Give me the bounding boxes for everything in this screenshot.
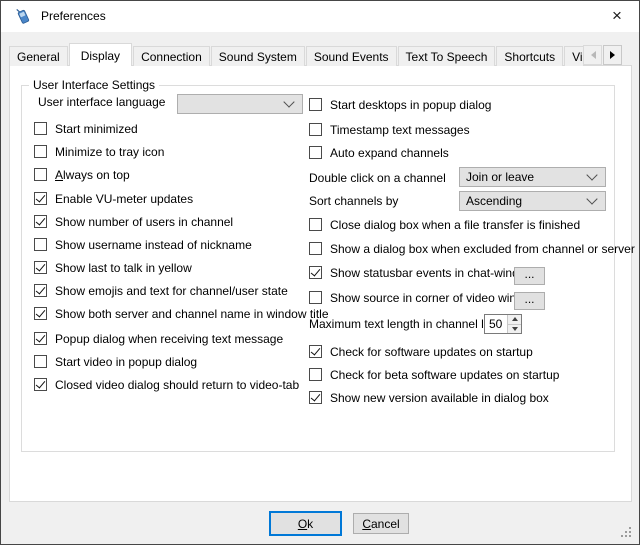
tab-video[interactable]: Video bbox=[564, 46, 583, 66]
checkbox-dialog-when-excluded[interactable]: Show a dialog box when excluded from cha… bbox=[309, 240, 635, 257]
tab-bar: General Display Connection Sound System … bbox=[9, 42, 583, 66]
resize-grip[interactable] bbox=[621, 527, 633, 539]
spin-down-button[interactable] bbox=[508, 325, 521, 334]
tab-shortcuts[interactable]: Shortcuts bbox=[496, 46, 563, 66]
checkbox-box[interactable] bbox=[309, 123, 322, 136]
checkbox-box[interactable] bbox=[309, 146, 322, 159]
checkbox-timestamp-messages[interactable]: Timestamp text messages bbox=[309, 121, 470, 138]
triangle-up-icon bbox=[512, 314, 518, 321]
checkbox-box[interactable] bbox=[34, 332, 47, 345]
arrow-left-icon bbox=[587, 51, 596, 59]
checkbox-start-video-popup[interactable]: Start video in popup dialog bbox=[34, 353, 197, 370]
spin-up-button[interactable] bbox=[508, 315, 521, 325]
sort-channels-value: Ascending bbox=[460, 194, 588, 208]
language-label: User interface language bbox=[38, 93, 165, 110]
checkbox-box[interactable] bbox=[34, 355, 47, 368]
tab-sound-system[interactable]: Sound System bbox=[211, 46, 305, 66]
preferences-dialog: Preferences × General Display Connection… bbox=[0, 0, 640, 545]
checkbox-show-username[interactable]: Show username instead of nickname bbox=[34, 236, 252, 253]
group-title: User Interface Settings bbox=[29, 78, 159, 92]
triangle-down-icon bbox=[512, 327, 518, 334]
ok-button[interactable]: Ok bbox=[269, 511, 342, 536]
double-click-value: Join or leave bbox=[460, 170, 588, 184]
titlebar[interactable]: Preferences × bbox=[1, 1, 639, 32]
close-button[interactable]: × bbox=[605, 4, 629, 28]
tab-scroll-right-button[interactable] bbox=[603, 45, 622, 65]
checkbox-closed-video-return[interactable]: Closed video dialog should return to vid… bbox=[34, 376, 299, 393]
checkbox-box[interactable] bbox=[309, 218, 322, 231]
checkbox-statusbar-events[interactable]: Show statusbar events in chat-window bbox=[309, 264, 534, 281]
checkbox-box[interactable] bbox=[34, 307, 47, 320]
tab-general[interactable]: General bbox=[9, 46, 68, 66]
max-text-length-label: Maximum text length in channel list bbox=[309, 315, 496, 332]
checkbox-box[interactable] bbox=[309, 242, 322, 255]
checkbox-show-new-version[interactable]: Show new version available in dialog box bbox=[309, 389, 549, 406]
video-source-more-button[interactable]: ... bbox=[514, 292, 545, 310]
cancel-button[interactable]: Cancel bbox=[353, 513, 409, 534]
checkbox-box[interactable] bbox=[34, 192, 47, 205]
checkbox-show-source-video[interactable]: Show source in corner of video window bbox=[309, 289, 538, 306]
double-click-label: Double click on a channel bbox=[309, 169, 446, 186]
checkbox-box[interactable] bbox=[34, 215, 47, 228]
checkbox-show-number-of-users[interactable]: Show number of users in channel bbox=[34, 213, 233, 230]
language-select[interactable] bbox=[177, 94, 303, 114]
sort-channels-select[interactable]: Ascending bbox=[459, 191, 606, 211]
checkbox-box[interactable] bbox=[34, 168, 47, 181]
chevron-down-icon bbox=[586, 193, 597, 204]
checkbox-always-on-top[interactable]: Always on top bbox=[34, 166, 130, 183]
checkbox-box[interactable] bbox=[34, 145, 47, 158]
checkbox-auto-expand-channels[interactable]: Auto expand channels bbox=[309, 144, 449, 161]
tab-display[interactable]: Display bbox=[69, 43, 132, 66]
checkbox-box[interactable] bbox=[309, 368, 322, 381]
spinner-buttons bbox=[507, 315, 521, 333]
checkbox-box[interactable] bbox=[34, 238, 47, 251]
checkbox-show-emojis[interactable]: Show emojis and text for channel/user st… bbox=[34, 282, 288, 299]
checkbox-box[interactable] bbox=[34, 284, 47, 297]
checkbox-enable-vu-meter[interactable]: Enable VU-meter updates bbox=[34, 190, 193, 207]
checkbox-check-updates[interactable]: Check for software updates on startup bbox=[309, 343, 533, 360]
tab-text-to-speech[interactable]: Text To Speech bbox=[398, 46, 496, 66]
max-length-value[interactable]: 50 bbox=[485, 315, 507, 333]
tab-scroll-left-button[interactable] bbox=[583, 45, 602, 65]
checkbox-check-beta-updates[interactable]: Check for beta software updates on start… bbox=[309, 366, 559, 383]
checkbox-minimize-to-tray[interactable]: Minimize to tray icon bbox=[34, 143, 164, 160]
checkbox-box[interactable] bbox=[309, 291, 322, 304]
checkbox-box[interactable] bbox=[34, 378, 47, 391]
chevron-down-icon bbox=[283, 96, 294, 107]
checkbox-box[interactable] bbox=[34, 122, 47, 135]
double-click-select[interactable]: Join or leave bbox=[459, 167, 606, 187]
checkbox-box[interactable] bbox=[309, 345, 322, 358]
max-length-spinbox[interactable]: 50 bbox=[484, 314, 522, 334]
tab-sound-events[interactable]: Sound Events bbox=[306, 46, 397, 66]
checkbox-start-desktops-popup[interactable]: Start desktops in popup dialog bbox=[309, 96, 491, 113]
tab-connection[interactable]: Connection bbox=[133, 46, 210, 66]
checkbox-start-minimized[interactable]: Start minimized bbox=[34, 120, 138, 137]
checkbox-box[interactable] bbox=[34, 261, 47, 274]
sort-channels-label: Sort channels by bbox=[309, 192, 398, 209]
arrow-right-icon bbox=[610, 51, 619, 59]
chevron-down-icon bbox=[586, 169, 597, 180]
checkbox-show-server-channel-title[interactable]: Show both server and channel name in win… bbox=[34, 305, 329, 322]
checkbox-show-last-to-talk[interactable]: Show last to talk in yellow bbox=[34, 259, 192, 276]
checkbox-popup-dialog-text-message[interactable]: Popup dialog when receiving text message bbox=[34, 330, 283, 347]
app-icon bbox=[14, 7, 32, 25]
window-title: Preferences bbox=[41, 9, 106, 23]
checkbox-box[interactable] bbox=[309, 266, 322, 279]
statusbar-events-more-button[interactable]: ... bbox=[514, 267, 545, 285]
checkbox-box[interactable] bbox=[309, 391, 322, 404]
checkbox-box[interactable] bbox=[309, 98, 322, 111]
checkbox-close-dialog-file-transfer[interactable]: Close dialog box when a file transfer is… bbox=[309, 216, 580, 233]
